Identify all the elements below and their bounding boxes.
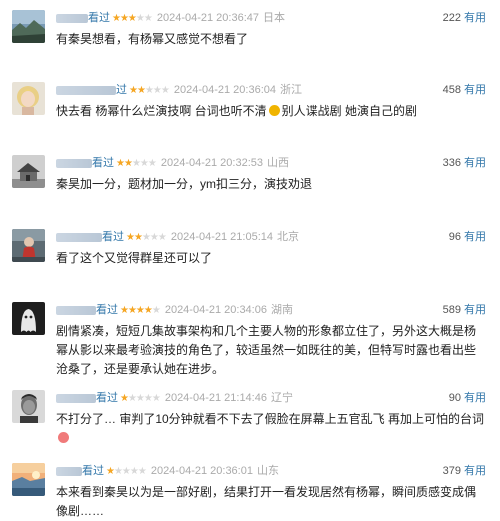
useful-button[interactable]: 有用: [464, 157, 486, 169]
vote-count: 222: [442, 12, 461, 24]
vote-area: 222 有用: [443, 10, 486, 26]
useful-button[interactable]: 有用: [464, 304, 486, 316]
vote-area: 90 有用: [449, 390, 486, 406]
review-content: 快去看 杨幂什么烂演技啊 台词也听不清 别人谍战剧 她演自己的剧: [56, 102, 486, 121]
review-meta: 看过 ★★★★★ 2024-04-21 21:14:46 辽宁: [56, 390, 293, 406]
watch-status: 看过: [96, 392, 118, 404]
review-time: 2024-04-21 21:14:46: [164, 392, 267, 404]
useful-button[interactable]: 有用: [464, 84, 486, 96]
review-item: 看过 ★★★★★ 2024-04-21 20:36:01 山东 379 有用 本来看到秦…: [0, 463, 500, 518]
review-meta: 看过 ★★★★★ 2024-04-21 20:36:47 日本: [56, 10, 285, 26]
review-meta: 看过 ★★★★★ 2024-04-21 20:34:06 湖南: [56, 302, 293, 318]
username[interactable]: [56, 466, 82, 476]
watch-status: 看过: [88, 12, 110, 24]
review-location: 辽宁: [270, 392, 293, 404]
vote-count: 336: [442, 157, 461, 169]
review-item: 过 ★★★★★ 2024-04-21 20:36:04 浙江 458 有用 快去看 杨幂…: [0, 82, 500, 122]
review-location: 浙江: [280, 84, 302, 96]
review-time: 2024-04-21 21:05:14: [170, 231, 273, 243]
useful-button[interactable]: 有用: [464, 392, 486, 404]
review-meta: 过 ★★★★★ 2024-04-21 20:36:04 浙江: [56, 82, 302, 98]
review-meta: 看过 ★★★★★ 2024-04-21 20:32:53 山西: [56, 155, 289, 171]
review-location: 山西: [267, 157, 289, 169]
username[interactable]: [56, 305, 96, 315]
watch-status: 看过: [92, 157, 114, 169]
username[interactable]: [56, 232, 102, 242]
review-meta: 看过 ★★★★★ 2024-04-21 21:05:14 北京: [56, 229, 299, 245]
watch-status: 看过: [96, 304, 118, 316]
red-figure-avatar[interactable]: [12, 229, 45, 262]
rating-stars: ★★★★★: [112, 13, 153, 24]
username[interactable]: [56, 13, 88, 23]
review-list: 看过 ★★★★★ 2024-04-21 20:36:47 日本 222 有用 有秦昊想看…: [0, 0, 500, 518]
review-content: 有秦昊想看，有杨幂又感觉不想看了: [56, 32, 249, 46]
review-content: 本来看到秦昊以为是一部好剧，结果打开一看发现居然有杨幂，瞬间质感变成偶像剧……: [56, 485, 477, 518]
useful-button[interactable]: 有用: [464, 465, 486, 477]
vote-area: 589 有用: [443, 302, 486, 318]
watch-status: 看过: [82, 465, 104, 477]
watch-status: 过: [116, 84, 127, 96]
review-item: 看过 ★★★★★ 2024-04-21 20:32:53 山西 336 有用 秦昊加一分…: [0, 155, 500, 195]
review-text: 别人谍战剧 她演自己的剧: [281, 104, 418, 118]
vote-area: 458 有用: [443, 82, 486, 98]
review-content: 秦昊加一分，题材加一分，ym扣三分，演技劝退: [56, 177, 312, 191]
review-meta: 看过 ★★★★★ 2024-04-21 20:36:01 山东: [56, 463, 279, 479]
review-location: 湖南: [270, 304, 293, 316]
heart-eyes-emoji-icon: [58, 432, 69, 443]
review-time: 2024-04-21 20:32:53: [160, 157, 263, 169]
review-time: 2024-04-21 20:36:01: [150, 465, 253, 477]
rating-stars: ★★★★★: [116, 158, 157, 169]
rating-stars: ★★★★★: [126, 232, 167, 243]
emoji-icon: [268, 105, 280, 116]
review-time: 2024-04-21 20:34:06: [164, 304, 267, 316]
rating-stars: ★★★★★: [120, 305, 161, 316]
vote-count: 90: [448, 392, 461, 404]
review-time: 2024-04-21 20:36:04: [173, 84, 276, 96]
vote-count: 379: [442, 465, 461, 477]
sunset-avatar[interactable]: [12, 463, 45, 496]
review-item: 看过 ★★★★★ 2024-04-21 21:14:46 辽宁 90 有用 不打分了… …: [0, 390, 500, 443]
vote-area: 336 有用: [443, 155, 486, 171]
review-text: 快去看 杨幂什么烂演技啊 台词也听不清: [56, 104, 267, 118]
house-avatar[interactable]: [12, 155, 45, 188]
blonde-woman-avatar[interactable]: [12, 82, 45, 115]
man-portrait-avatar[interactable]: [12, 390, 45, 423]
review-content: 看了这个又觉得群星还可以了: [56, 251, 213, 265]
watch-status: 看过: [102, 231, 124, 243]
review-location: 北京: [277, 231, 299, 243]
review-item: 看过 ★★★★★ 2024-04-21 21:05:14 北京 96 有用 看了这个又觉…: [0, 229, 500, 269]
rating-stars: ★★★★★: [106, 466, 147, 477]
username[interactable]: [56, 393, 96, 403]
rating-stars: ★★★★★: [120, 393, 161, 404]
useful-button[interactable]: 有用: [464, 12, 486, 24]
useful-button[interactable]: 有用: [464, 231, 486, 243]
rating-stars: ★★★★★: [129, 85, 170, 96]
vote-count: 96: [448, 231, 461, 243]
review-time: 2024-04-21 20:36:47: [156, 12, 259, 24]
review-location: 日本: [263, 12, 285, 24]
review-text: 不打分了… 审判了10分钟就看不下去了假脸在屏幕上五官乱飞 再加上可怕的台词: [56, 412, 485, 426]
review-content: 剧情紧凑，短短几集故事架构和几个主要人物的形象都立住了，另外这大概是杨幂从影以来…: [56, 324, 477, 376]
vote-area: 379 有用: [443, 463, 486, 479]
landscape-avatar[interactable]: [12, 10, 45, 43]
username[interactable]: [56, 85, 116, 95]
vote-area: 96 有用: [449, 229, 486, 245]
review-content: 不打分了… 审判了10分钟就看不下去了假脸在屏幕上五官乱飞 再加上可怕的台词: [56, 410, 486, 448]
vote-count: 589: [442, 304, 461, 316]
review-item: 看过 ★★★★★ 2024-04-21 20:36:47 日本 222 有用 有秦昊想看…: [0, 10, 500, 50]
review-item: 看过 ★★★★★ 2024-04-21 20:34:06 湖南 589 有用 剧情紧凑，…: [0, 302, 500, 376]
vote-count: 458: [442, 84, 461, 96]
ghost-avatar[interactable]: [12, 302, 45, 335]
username[interactable]: [56, 158, 92, 168]
review-location: 山东: [256, 465, 279, 477]
